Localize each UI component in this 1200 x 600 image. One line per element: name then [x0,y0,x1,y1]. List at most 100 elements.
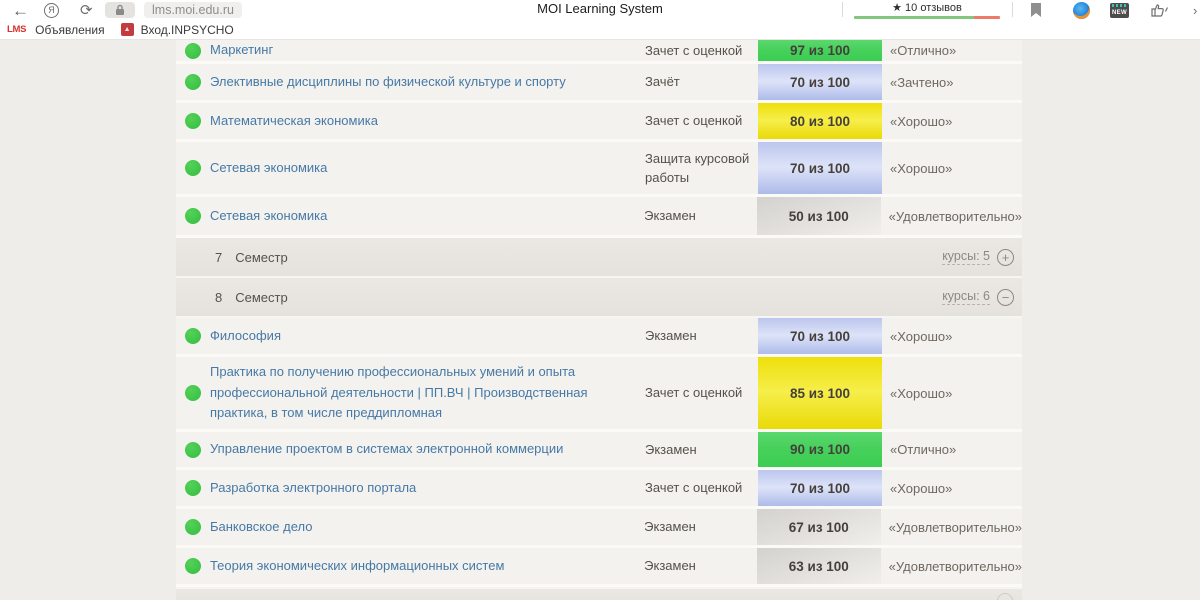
bookmark-item-inpsycho[interactable]: Вход.INPSYCHO [141,23,234,37]
assessment-type: Экзамен [645,440,758,460]
course-link[interactable]: Банковское дело [210,519,313,534]
bookmark-item-announcements[interactable]: Объявления [35,23,104,37]
score-cell: 63 из 100 [757,548,881,584]
assessment-type: Зачет с оценкой [645,383,758,403]
status-dot-icon [185,208,201,224]
bookmarks-bar: LMS Объявления ▲ Вход.INPSYCHO [0,20,1200,40]
partial-semester-row [176,587,1022,600]
reviews-widget: ★ 10 отзывов [854,1,1000,19]
expand-toggle-icon [997,593,1013,600]
rating-bar-positive [854,16,974,19]
expand-toggle-icon[interactable]: + [997,249,1014,266]
grade-text: «Хорошо» [882,161,1022,176]
new-badge-label: NEW [1112,9,1127,18]
toolbar-divider [1012,2,1013,17]
inpsycho-favicon: ▲ [121,23,134,36]
refresh-icon: ⟳ [80,3,93,18]
score-cell: 70 из 100 [758,318,882,354]
semester-courses-link[interactable]: курсы: 6 [942,289,990,305]
status-cell [176,74,210,90]
grade-text: «Хорошо» [882,329,1022,344]
rate-page-button[interactable] [1150,0,1170,20]
toolbar-divider [842,2,843,17]
course-link[interactable]: Управление проектом в системах электронн… [210,441,563,456]
status-cell [176,328,210,344]
yandex-tableau-button[interactable]: Я [44,0,59,20]
yandex-icon: Я [44,3,59,18]
semester-courses-link[interactable]: курсы: 5 [942,249,990,265]
course-link[interactable]: Маркетинг [210,42,273,57]
status-dot-icon [185,442,201,458]
collapse-toggle-icon[interactable]: − [997,289,1014,306]
assessment-type: Защита курсовой работы [645,149,758,188]
new-badge-icon: NEW [1110,3,1129,18]
course-link[interactable]: Элективные дисциплины по физической куль… [210,74,566,89]
status-dot-icon [185,328,201,344]
bookmark-button[interactable] [1030,0,1042,20]
assessment-type: Экзамен [645,326,758,346]
refresh-button[interactable]: ⟳ [80,0,93,20]
score-cell: 85 из 100 [758,357,882,429]
status-dot-icon [185,519,201,535]
rating-bar-negative [974,16,1000,19]
status-dot-icon [185,113,201,129]
lock-pill [105,2,135,18]
course-link[interactable]: Сетевая экономика [210,208,327,223]
back-arrow-icon: ← [12,2,29,19]
assessment-type: Зачет с оценкой [645,41,758,61]
grade-text: «Удовлетворительно» [881,559,1022,574]
lock-icon [115,4,125,16]
course-link[interactable]: Теория экономических информационных сист… [210,558,504,573]
table-row: Сетевая экономика Экзамен 50 из 100 «Удо… [176,197,1022,238]
status-cell [176,558,210,574]
score-cell: 67 из 100 [757,509,881,545]
status-dot-icon [185,160,201,176]
assessment-type: Зачёт [645,72,758,92]
status-cell [176,385,210,401]
status-dot-icon [185,558,201,574]
assessment-type: Зачет с оценкой [645,478,758,498]
grade-text: «Удовлетворительно» [881,209,1022,224]
chevron-icon: › [1193,3,1197,18]
score-cell: 80 из 100 [758,103,882,139]
course-link[interactable]: Философия [210,328,281,343]
score-cell: 70 из 100 [758,470,882,506]
course-link[interactable]: Практика по получению профессиональных у… [210,364,588,421]
course-link[interactable]: Сетевая экономика [210,160,327,175]
address-bar[interactable]: lms.moi.edu.ru [144,0,242,20]
new-feature-button[interactable]: NEW [1110,0,1129,20]
semester-label: Семестр [235,250,287,265]
table-row: Разработка электронного портала Зачет с … [176,470,1022,509]
score-cell: 97 из 100 [758,40,882,61]
grades-table: Маркетинг Зачет с оценкой 97 из 100 «Отл… [176,40,1022,600]
back-button[interactable]: ← [12,0,29,20]
status-cell [176,43,210,59]
grade-text: «Отлично» [882,43,1022,58]
extension-button[interactable] [1073,0,1090,20]
table-row: Элективные дисциплины по физической куль… [176,64,1022,103]
grade-text: «Зачтено» [882,75,1022,90]
status-dot-icon [185,74,201,90]
assessment-type: Зачет с оценкой [645,111,758,131]
assessment-type: Экзамен [644,517,757,537]
status-dot-icon [185,43,201,59]
table-row: Математическая экономика Зачет с оценкой… [176,103,1022,142]
table-row: Теория экономических информационных сист… [176,548,1022,587]
overflow-button[interactable]: › [1193,0,1197,20]
site-reviews-button[interactable]: ★ 10 отзывов [854,0,1000,20]
table-row: Сетевая экономика Защита курсовой работы… [176,142,1022,197]
semester-row: 8 Семестр курсы: 6 − [176,278,1022,318]
table-row: Маркетинг Зачет с оценкой 97 из 100 «Отл… [176,40,1022,64]
course-link[interactable]: Разработка электронного портала [210,480,416,495]
status-cell [176,208,210,224]
table-row: Философия Экзамен 70 из 100 «Хорошо» [176,318,1022,357]
site-security-badge[interactable] [105,0,135,20]
course-link[interactable]: Математическая экономика [210,113,378,128]
rating-bar [854,16,1000,19]
semester-number: 8 [215,290,222,305]
status-cell [176,442,210,458]
assessment-type: Экзамен [644,206,757,226]
score-cell: 70 из 100 [758,64,882,100]
grade-text: «Хорошо» [882,114,1022,129]
lms-favicon: LMS [7,24,26,35]
